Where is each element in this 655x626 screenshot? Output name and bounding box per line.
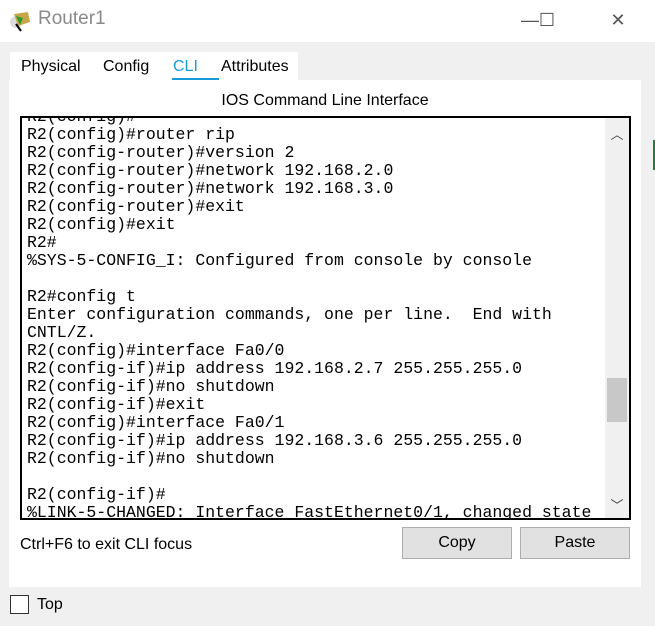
terminal-line: R2(config)#interface Fa0/1 — [27, 413, 285, 432]
terminal-output: R2(config)# R2(config)#router rip R2(confi… — [27, 118, 592, 520]
terminal-line: R2(config)#router rip — [27, 125, 235, 144]
terminal-line: Enter configuration commands, one per li… — [27, 305, 552, 324]
router-icon — [10, 12, 30, 32]
terminal-line: R2(config)#exit — [27, 215, 176, 234]
scroll-thumb[interactable] — [607, 378, 627, 422]
terminal-line: R2(config-if)#ip address 192.168.2.7 255… — [27, 359, 523, 378]
copy-button[interactable]: Copy — [402, 527, 512, 559]
terminal-line: R2# — [27, 233, 57, 252]
cli-focus-hint: Ctrl+F6 to exit CLI focus — [20, 536, 193, 553]
close-button[interactable]: ✕ — [598, 6, 638, 34]
scrollbar[interactable]: ︿ ﹀ — [605, 118, 629, 518]
tab-physical[interactable]: Physical — [21, 58, 81, 76]
terminal-line: %SYS-5-CONFIG_I: Configured from console… — [27, 251, 532, 270]
top-label: Top — [37, 596, 63, 613]
title-bar: Router1 — ☐ ✕ — [0, 0, 655, 42]
terminal-line: R2(config-if)#no shutdown — [27, 377, 275, 396]
terminal-line: R2(config-router)#network 192.168.2.0 — [27, 161, 394, 180]
top-checkbox[interactable] — [10, 595, 29, 614]
terminal-line: R2(config)#interface Fa0/0 — [27, 341, 285, 360]
cli-panel: IOS Command Line Interface R2(config)# R2… — [9, 80, 641, 587]
terminal-line: R2(config-if)# — [27, 485, 166, 504]
tab-cli[interactable]: CLI — [173, 58, 198, 76]
terminal-line: CNTL/Z. — [27, 323, 97, 342]
scroll-down-icon[interactable]: ﹀ — [605, 495, 629, 514]
tab-bar: Physical Config CLI Attributes — [10, 52, 298, 82]
terminal-line: R2(config-if)#no shutdown — [27, 449, 275, 468]
terminal-line: R2(config-router)#network 192.168.3.0 — [27, 179, 394, 198]
window-title: Router1 — [38, 8, 106, 29]
tab-attributes[interactable]: Attributes — [221, 58, 289, 76]
terminal-line: R2(config-router)#version 2 — [27, 143, 295, 162]
terminal-line: R2(config-if)#ip address 192.168.3.6 255… — [27, 431, 523, 450]
paste-button[interactable]: Paste — [520, 527, 630, 559]
scroll-up-icon[interactable]: ︿ — [605, 124, 629, 143]
terminal-line: %LINK-5-CHANGED: Interface FastEthernet0… — [27, 503, 592, 520]
cli-title: IOS Command Line Interface — [221, 92, 429, 109]
terminal-line: R2(config-if)#exit — [27, 395, 206, 414]
tab-config[interactable]: Config — [103, 58, 149, 76]
maximize-button[interactable]: ☐ — [527, 6, 567, 34]
terminal-line: R2(config-router)#exit — [27, 197, 245, 216]
terminal-line: R2#config t — [27, 287, 136, 306]
cli-terminal[interactable]: R2(config)# R2(config)#router rip R2(confi… — [20, 116, 631, 520]
